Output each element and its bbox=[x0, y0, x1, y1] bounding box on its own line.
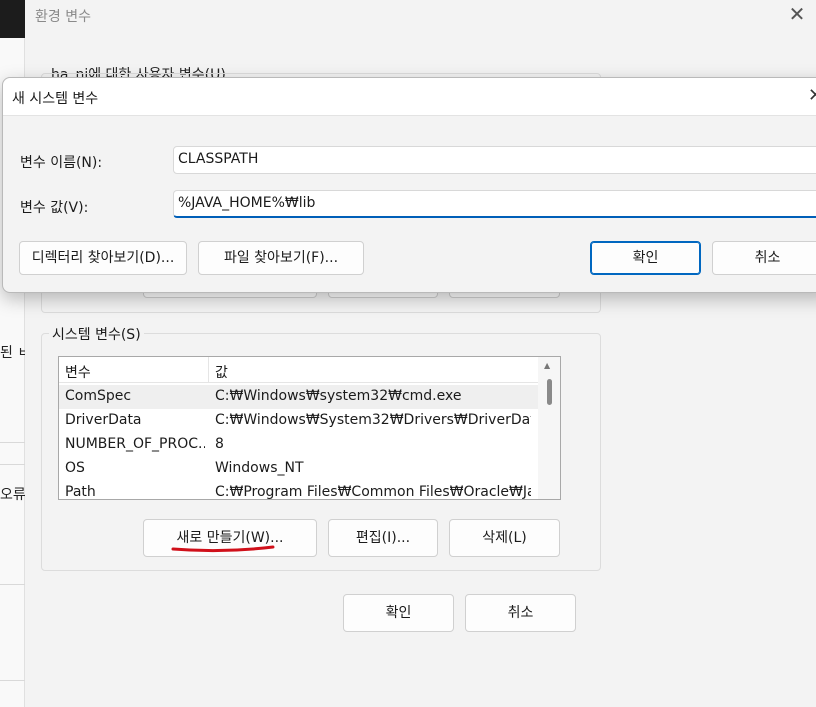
background-divider bbox=[0, 464, 25, 465]
close-icon[interactable]: ✕ bbox=[787, 2, 807, 26]
table-row[interactable]: DriverData C:₩Windows₩System32₩Drivers₩D… bbox=[59, 409, 539, 433]
variable-name: DriverData bbox=[65, 412, 142, 428]
scroll-up-icon[interactable]: ▲ bbox=[544, 361, 550, 370]
table-row[interactable]: Path C:₩Program Files₩Common Files₩Oracl… bbox=[59, 481, 539, 500]
red-underline-annotation bbox=[171, 545, 275, 553]
browse-directory-button[interactable]: 디렉터리 찾아보기(D)... bbox=[19, 241, 187, 275]
vertical-scrollbar[interactable]: ▲ bbox=[538, 357, 560, 499]
variable-name-input[interactable]: CLASSPATH bbox=[173, 146, 816, 174]
browse-file-button[interactable]: 파일 찾아보기(F)... bbox=[198, 241, 364, 275]
close-icon[interactable]: ✕ bbox=[808, 85, 816, 106]
background-divider bbox=[0, 442, 25, 443]
column-separator[interactable] bbox=[208, 357, 209, 383]
background-divider bbox=[0, 680, 25, 681]
variable-value: C:₩Windows₩system32₩cmd.exe bbox=[215, 388, 462, 404]
window-title: 환경 변수 bbox=[35, 9, 91, 25]
edit-variable-button[interactable]: 편집(I)... bbox=[328, 519, 438, 557]
ok-button[interactable]: 확인 bbox=[343, 594, 454, 632]
dialog-cancel-button[interactable]: 취소 bbox=[712, 241, 816, 275]
column-header-variable[interactable]: 변수 bbox=[65, 362, 91, 382]
variable-value: 8 bbox=[215, 436, 224, 452]
variable-name: ComSpec bbox=[65, 388, 132, 404]
variable-name: NUMBER_OF_PROC... bbox=[65, 436, 205, 452]
system-variables-title: 시스템 변수(S) bbox=[49, 324, 144, 344]
background-divider bbox=[0, 584, 25, 585]
variable-value-input[interactable]: %JAVA_HOME%₩lib bbox=[173, 190, 816, 218]
background-dark-bar bbox=[0, 0, 25, 38]
dialog-ok-button[interactable]: 확인 bbox=[590, 241, 701, 275]
background-text-fragment: 오류 bbox=[0, 487, 26, 503]
cancel-button[interactable]: 취소 bbox=[465, 594, 576, 632]
dialog-title: 새 시스템 변수 bbox=[12, 91, 99, 107]
system-variables-list[interactable]: 변수 값 ComSpec C:₩Windows₩system32₩cmd.exe… bbox=[58, 356, 561, 500]
variable-value: Windows_NT bbox=[215, 460, 304, 476]
list-header: 변수 값 bbox=[59, 357, 539, 383]
variable-name: OS bbox=[65, 460, 85, 476]
new-system-variable-dialog: 새 시스템 변수 ✕ 변수 이름(N): CLASSPATH 변수 값(V): … bbox=[2, 77, 816, 293]
table-row[interactable]: NUMBER_OF_PROC... 8 bbox=[59, 433, 539, 457]
dialog-titlebar[interactable]: 새 시스템 변수 ✕ bbox=[3, 78, 816, 116]
column-header-value[interactable]: 값 bbox=[215, 362, 228, 382]
delete-variable-button[interactable]: 삭제(L) bbox=[449, 519, 560, 557]
variable-name: Path bbox=[65, 484, 96, 500]
scrollbar-thumb[interactable] bbox=[547, 379, 552, 405]
table-row[interactable]: ComSpec C:₩Windows₩system32₩cmd.exe bbox=[59, 385, 539, 409]
variable-value: C:₩Program Files₩Common Files₩Oracle₩Ja.… bbox=[215, 484, 531, 500]
variable-name-label: 변수 이름(N): bbox=[20, 155, 103, 171]
variable-value-label: 변수 값(V): bbox=[20, 200, 89, 216]
table-row[interactable]: OS Windows_NT bbox=[59, 457, 539, 481]
variable-value: C:₩Windows₩System32₩Drivers₩DriverData bbox=[215, 412, 531, 428]
